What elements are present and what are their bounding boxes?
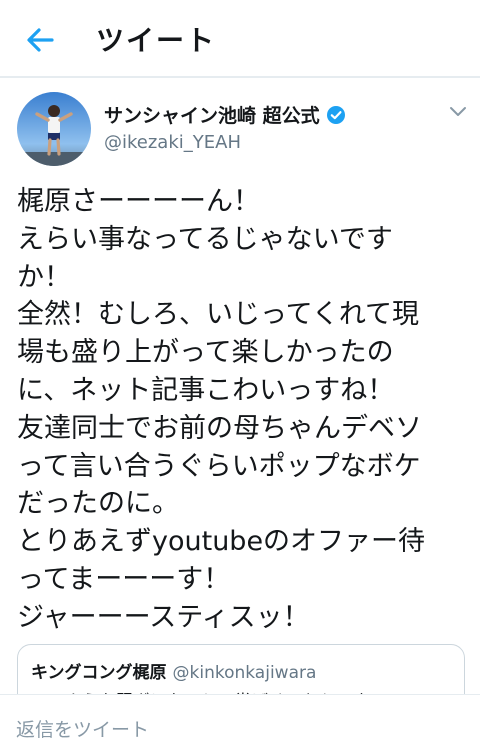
back-button[interactable] (22, 22, 58, 58)
author-name[interactable]: サンシャイン池崎 超公式 (104, 101, 346, 128)
reply-bar: 返信をツイート (0, 694, 480, 755)
author-handle[interactable]: @ikezaki_YEAH (104, 132, 241, 153)
avatar[interactable] (17, 92, 91, 166)
chevron-down-icon (450, 107, 466, 116)
page-title: ツイート (96, 24, 217, 57)
tweet-menu-button[interactable] (447, 100, 469, 122)
quoted-author-name: キングコング梶原 (31, 663, 167, 683)
author-name-text: サンシャイン池崎 超公式 (104, 105, 320, 127)
quoted-author: キングコング梶原 @kinkonkajiwara (31, 658, 316, 683)
verified-badge-icon (326, 105, 345, 124)
top-bar: ツイート (0, 0, 480, 78)
tweet-text: 梶原さーーーーん！ えらい事なってるじゃないです か！ 全然！むしろ、いじってく… (17, 186, 426, 633)
back-arrow-icon (27, 28, 54, 52)
quoted-author-handle: @kinkonkajiwara (172, 663, 317, 683)
reply-input[interactable]: 返信をツイート (16, 715, 149, 742)
